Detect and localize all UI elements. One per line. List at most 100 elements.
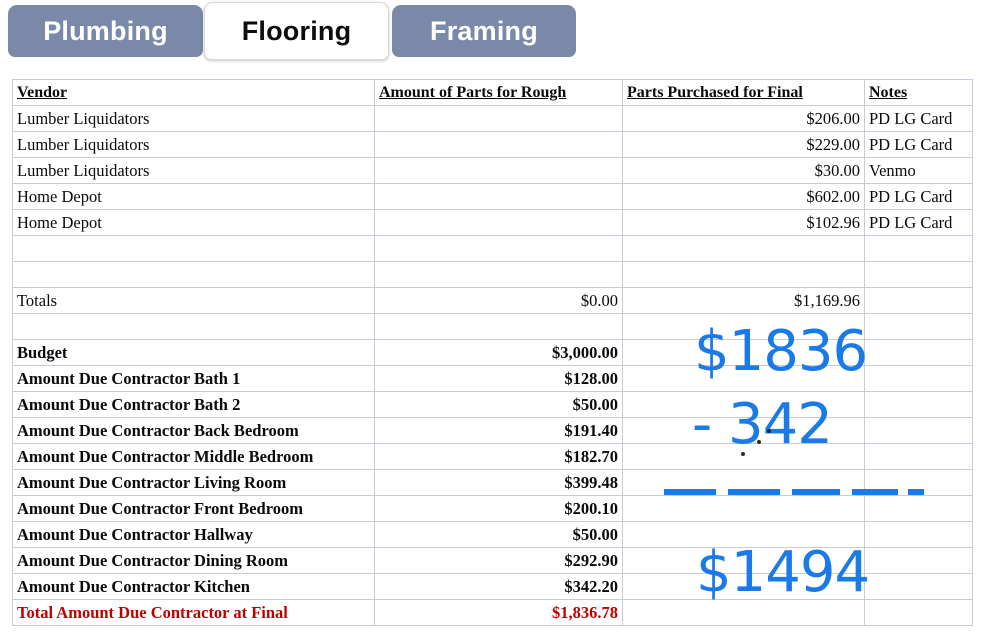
table-cell[interactable] [374, 261, 623, 288]
table-cell[interactable] [622, 365, 865, 392]
table-cell[interactable] [864, 469, 973, 496]
table-cell[interactable]: Amount Due Contractor Front Bedroom [12, 495, 375, 522]
column-header[interactable]: Vendor [12, 79, 375, 106]
table-cell[interactable] [374, 131, 623, 158]
table-row: Amount Due Contractor Bath 2 $50.00 [12, 391, 973, 418]
table-cell[interactable]: PD LG Card [864, 209, 973, 236]
table-cell[interactable]: Amount Due Contractor Bath 2 [12, 391, 375, 418]
table-cell[interactable]: Lumber Liquidators [12, 157, 375, 184]
table-cell[interactable]: Amount Due Contractor Hallway [12, 521, 375, 548]
table-row: Total Amount Due Contractor at Final $1,8… [12, 599, 973, 626]
table-cell[interactable] [622, 443, 865, 470]
table-cell[interactable]: $50.00 [374, 391, 623, 418]
table-cell[interactable] [864, 443, 973, 470]
table-cell[interactable]: Amount Due Contractor Dining Room [12, 547, 375, 574]
table-cell[interactable] [864, 521, 973, 548]
table-cell[interactable] [12, 261, 375, 288]
table-row: Lumber Liquidators $229.00 PD LG Card [12, 131, 973, 158]
table-cell[interactable]: $1,169.96 [622, 287, 865, 314]
table-cell[interactable]: Home Depot [12, 209, 375, 236]
table-cell[interactable] [622, 261, 865, 288]
table-cell[interactable] [374, 235, 623, 262]
column-header[interactable]: Notes [864, 79, 973, 106]
table-row: Home Depot $102.96 PD LG Card [12, 209, 973, 236]
table-cell[interactable]: $128.00 [374, 365, 623, 392]
table-cell[interactable]: $30.00 [622, 157, 865, 184]
table-cell[interactable] [864, 391, 973, 418]
table-row: Lumber Liquidators $30.00 Venmo [12, 157, 973, 184]
table-cell[interactable] [12, 235, 375, 262]
table-cell[interactable] [622, 391, 865, 418]
table-cell[interactable]: $602.00 [622, 183, 865, 210]
table-cell[interactable] [864, 261, 973, 288]
table-cell[interactable]: $3,000.00 [374, 339, 623, 366]
table-cell[interactable] [864, 235, 973, 262]
column-header[interactable]: Amount of Parts for Rough [374, 79, 623, 106]
table-cell[interactable]: $191.40 [374, 417, 623, 444]
table-cell[interactable]: Amount Due Contractor Living Room [12, 469, 375, 496]
table-cell[interactable] [622, 313, 865, 340]
tab-plumbing[interactable]: Plumbing [8, 5, 203, 57]
table-cell[interactable]: PD LG Card [864, 105, 973, 132]
table-cell[interactable]: $50.00 [374, 521, 623, 548]
table-cell[interactable] [864, 599, 973, 626]
table-cell[interactable]: Amount Due Contractor Kitchen [12, 573, 375, 600]
table-cell[interactable]: $342.20 [374, 573, 623, 600]
table-cell[interactable] [622, 599, 865, 626]
table-cell[interactable]: $182.70 [374, 443, 623, 470]
table-cell[interactable]: $229.00 [622, 131, 865, 158]
table-cell[interactable] [864, 495, 973, 522]
table-cell[interactable] [622, 547, 865, 574]
table-cell[interactable] [374, 209, 623, 236]
table-cell[interactable] [622, 235, 865, 262]
table-cell[interactable] [864, 313, 973, 340]
table-row: Amount Due Contractor Bath 1 $128.00 [12, 365, 973, 392]
table-cell[interactable] [12, 313, 375, 340]
table-cell[interactable]: $1,836.78 [374, 599, 623, 626]
table-cell[interactable]: $399.48 [374, 469, 623, 496]
table-cell[interactable]: Lumber Liquidators [12, 131, 375, 158]
table-cell[interactable]: $200.10 [374, 495, 623, 522]
column-header-label: Vendor [17, 83, 68, 101]
table-cell[interactable]: $292.90 [374, 547, 623, 574]
budget-table: Vendor Amount of Parts for Rough Parts Pur… [12, 79, 973, 626]
table-cell[interactable]: Lumber Liquidators [12, 105, 375, 132]
table-cell[interactable]: $0.00 [374, 287, 623, 314]
table-cell[interactable] [374, 157, 623, 184]
table-cell[interactable] [622, 469, 865, 496]
workbook-tab-bar: Plumbing Flooring Framing [0, 0, 986, 62]
table-cell[interactable] [622, 573, 865, 600]
table-cell[interactable]: Amount Due Contractor Bath 1 [12, 365, 375, 392]
table-cell[interactable] [374, 183, 623, 210]
table-cell[interactable] [864, 339, 973, 366]
table-cell[interactable] [622, 521, 865, 548]
table-cell[interactable]: PD LG Card [864, 183, 973, 210]
table-cell[interactable] [864, 287, 973, 314]
table-cell[interactable]: Total Amount Due Contractor at Final [12, 599, 375, 626]
table-cell[interactable] [622, 417, 865, 444]
table-cell[interactable]: $206.00 [622, 105, 865, 132]
table-cell[interactable] [864, 547, 973, 574]
table-cell[interactable]: $102.96 [622, 209, 865, 236]
table-cell[interactable]: Totals [12, 287, 375, 314]
table-cell[interactable] [864, 417, 973, 444]
table-cell[interactable]: PD LG Card [864, 131, 973, 158]
table-cell[interactable] [864, 365, 973, 392]
column-header-label: Parts Purchased for Final [627, 83, 803, 101]
column-header[interactable]: Parts Purchased for Final [622, 79, 865, 106]
tab-framing[interactable]: Framing [392, 5, 576, 57]
table-cell[interactable]: Amount Due Contractor Middle Bedroom [12, 443, 375, 470]
table-row: Amount Due Contractor Kitchen $342.20 [12, 573, 973, 600]
table-row: Amount Due Contractor Back Bedroom $191.4… [12, 417, 973, 444]
table-cell[interactable] [374, 105, 623, 132]
tab-flooring[interactable]: Flooring [204, 2, 389, 60]
table-cell[interactable] [864, 573, 973, 600]
table-cell[interactable] [374, 313, 623, 340]
table-cell[interactable]: Home Depot [12, 183, 375, 210]
table-cell[interactable]: Budget [12, 339, 375, 366]
table-cell[interactable] [622, 339, 865, 366]
table-cell[interactable] [622, 495, 865, 522]
table-cell[interactable]: Amount Due Contractor Back Bedroom [12, 417, 375, 444]
table-cell[interactable]: Venmo [864, 157, 973, 184]
column-header-label: Amount of Parts for Rough [379, 83, 567, 101]
